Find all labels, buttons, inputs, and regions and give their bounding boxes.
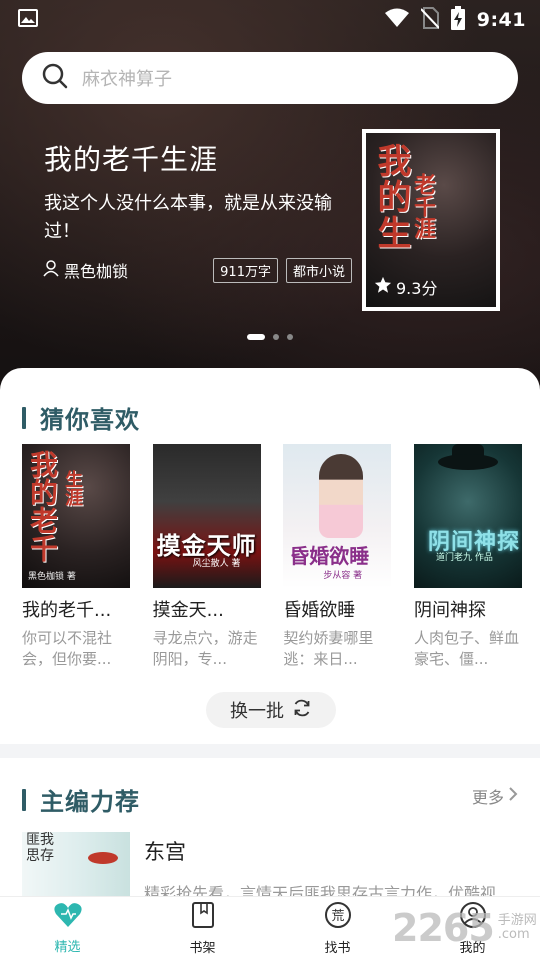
bottom-nav: 精选 书架 荒 找书 我的 <box>0 896 540 960</box>
hero-author-name: 黑色枷锁 <box>64 262 129 281</box>
guess-book-list: 我的老千 生涯 黑色枷锁 著 我的老千... 你可以不混社会，但你要... 摸金… <box>22 444 522 670</box>
hero-banner[interactable]: 9:41 麻衣神算子 我的老千生涯 我这个人没什么本事，就是从来没输过！ 黑色枷… <box>0 0 540 420</box>
more-link[interactable]: 更多 <box>472 784 518 808</box>
book-description: 契约娇妻哪里逃：来日... <box>283 629 374 668</box>
refresh-label: 换一批 <box>230 701 284 722</box>
book-card[interactable]: 阴间神探 道门老九 作品 阴间神探 人肉包子、鲜血豪宅、僵... <box>413 444 522 670</box>
book-cover-author: 黑色枷锁 著 <box>28 572 76 582</box>
book-cover[interactable]: 摸金天师 风尘散人 著 <box>152 444 261 588</box>
status-time: 9:41 <box>476 9 526 31</box>
book-cover-author: 步从容 著 <box>323 571 363 581</box>
carousel-dot[interactable] <box>273 334 279 340</box>
nav-tab-profile[interactable]: 我的 <box>405 897 540 960</box>
book-title[interactable]: 我的老千... <box>22 596 130 622</box>
book-title[interactable]: 阴间神探 <box>414 596 522 622</box>
carousel-indicator <box>0 334 540 340</box>
hero-cover-subtext: 老千涯 <box>410 173 435 239</box>
hero-author: 黑色枷锁 <box>42 258 128 282</box>
cover-illustration <box>88 852 118 864</box>
svg-text:荒: 荒 <box>331 909 344 924</box>
book-cover-text: 匪我思存 <box>26 832 54 864</box>
hero-book-title[interactable]: 我的老千生涯 <box>44 138 218 178</box>
nav-label: 书架 <box>189 941 216 956</box>
nav-tab-featured[interactable]: 精选 <box>0 897 135 960</box>
hero-rating: 9.3分 <box>374 275 437 299</box>
hero-book-cover[interactable]: 我的生 老千涯 9.3分 <box>362 129 500 311</box>
guess-section-header: 猜你喜欢 <box>22 400 140 435</box>
bookshelf-icon <box>191 901 215 933</box>
book-cover-author: 道门老九 作品 <box>435 553 493 563</box>
book-title[interactable]: 昏婚欲睡 <box>283 596 391 622</box>
guess-section-title: 猜你喜欢 <box>40 406 140 434</box>
refresh-batch-button[interactable]: 换一批 <box>206 692 336 728</box>
book-cover[interactable]: 我的老千 生涯 黑色枷锁 著 <box>22 444 130 588</box>
find-book-icon: 荒 <box>324 901 352 933</box>
book-cover[interactable]: 昏婚欲睡 步从容 著 <box>283 444 392 588</box>
wifi-icon <box>384 8 409 32</box>
cover-illustration <box>437 454 498 470</box>
hero-book-meta: 黑色枷锁 911万字 都市小说 <box>42 256 352 284</box>
section-accent-bar <box>22 788 26 811</box>
book-cover[interactable]: 匪我思存 <box>22 832 130 902</box>
nav-label: 我的 <box>459 941 486 956</box>
book-title[interactable]: 摸金天... <box>153 596 261 622</box>
guess-section: 猜你喜欢 我的老千 生涯 黑色枷锁 著 我的老千... 你可以不混社会，但你要.… <box>0 368 540 744</box>
book-cover-subtext: 生涯 <box>62 470 83 506</box>
more-label: 更多 <box>471 788 504 807</box>
battery-charging-icon <box>450 6 465 34</box>
user-icon <box>42 259 60 281</box>
book-card[interactable]: 我的老千 生涯 黑色枷锁 著 我的老千... 你可以不混社会，但你要... <box>22 444 130 670</box>
book-description: 你可以不混社会，但你要... <box>22 629 113 668</box>
chevron-right-icon <box>508 786 518 806</box>
hero-rating-value: 9.3分 <box>396 279 438 298</box>
search-bar[interactable]: 麻衣神算子 <box>22 52 518 104</box>
carousel-dot[interactable] <box>247 334 265 340</box>
editor-section-header: 主编力荐 <box>22 782 140 817</box>
editor-section-title: 主编力荐 <box>40 788 140 816</box>
book-cover-text: 昏婚欲睡 <box>289 544 370 568</box>
status-bar: 9:41 <box>0 0 540 40</box>
editor-section: 主编力荐 更多 匪我思存 东宫 精彩抢先看，言情天后匪我思存古言力作，优酷视 <box>0 758 540 903</box>
profile-icon <box>459 901 487 933</box>
search-icon <box>42 63 68 93</box>
book-cover-author: 风尘散人 著 <box>192 559 241 569</box>
cover-illustration <box>319 454 364 538</box>
nav-tab-bookshelf[interactable]: 书架 <box>135 897 270 960</box>
section-accent-bar <box>22 406 26 429</box>
hero-book-description: 我这个人没什么本事，就是从来没输过！ <box>44 193 332 242</box>
heart-icon <box>53 902 82 932</box>
image-icon <box>18 9 38 31</box>
nav-label: 精选 <box>54 940 81 955</box>
book-card[interactable]: 摸金天师 风尘散人 著 摸金天... 寻龙点穴，游走阴阳，专... <box>152 444 261 670</box>
book-card[interactable]: 昏婚欲睡 步从容 著 昏婚欲睡 契约娇妻哪里逃：来日... <box>283 444 392 670</box>
no-sim-icon <box>420 7 440 33</box>
book-description: 寻龙点穴，游走阴阳，专... <box>152 629 258 668</box>
book-title[interactable]: 东宫 <box>144 836 186 866</box>
carousel-dot[interactable] <box>287 334 293 340</box>
star-icon <box>374 276 392 298</box>
genre-tag: 都市小说 <box>285 257 352 283</box>
nav-label: 找书 <box>324 941 351 956</box>
nav-tab-find-book[interactable]: 荒 找书 <box>270 897 405 960</box>
book-cover[interactable]: 阴间神探 道门老九 作品 <box>413 444 522 588</box>
book-description: 人肉包子、鲜血豪宅、僵... <box>413 629 519 668</box>
search-placeholder[interactable]: 麻衣神算子 <box>82 65 172 91</box>
hero-cover-text: 我的生 <box>371 143 411 251</box>
refresh-icon <box>292 698 312 722</box>
book-cover-text: 我的老千 <box>26 450 59 562</box>
word-count-tag: 911万字 <box>213 257 278 283</box>
